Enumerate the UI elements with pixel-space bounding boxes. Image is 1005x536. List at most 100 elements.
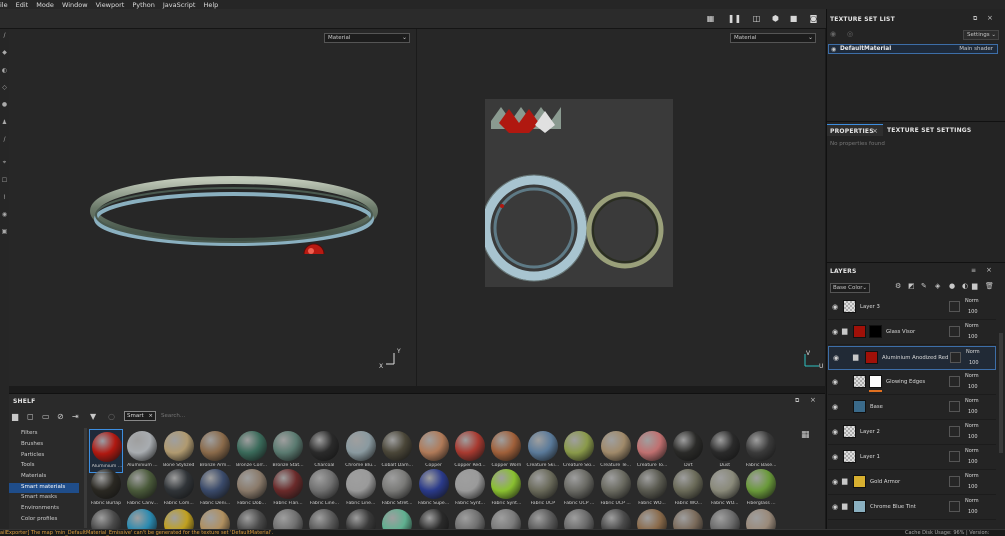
material-thumbnail[interactable] <box>235 507 269 530</box>
material-thumbnail[interactable] <box>635 507 669 530</box>
camera-video-icon[interactable]: ■ <box>788 13 799 24</box>
category-smart-materials[interactable]: Smart materials <box>21 484 65 490</box>
material-thumbnail[interactable] <box>744 507 778 530</box>
eye-icon[interactable]: ◉ <box>832 428 838 436</box>
settings-dropdown[interactable]: Settings ⌄ <box>963 30 999 40</box>
open-folder-icon[interactable]: ▭ <box>42 412 50 421</box>
eye-icon[interactable]: ◉ <box>831 46 836 53</box>
projection-icon[interactable]: ◐ <box>0 67 9 74</box>
add-fill-layer-icon[interactable]: ◈ <box>935 282 940 290</box>
material-thumbnail[interactable] <box>344 507 378 530</box>
add-effect-icon[interactable]: ⚙ <box>895 282 901 290</box>
eye-icon[interactable]: ◉ <box>830 30 836 38</box>
eye-icon[interactable]: ◉ <box>832 453 838 461</box>
float-panel-icon[interactable]: ⧉ <box>973 15 977 23</box>
delete-layer-icon[interactable]: 🗑 <box>985 282 994 290</box>
menu-python[interactable]: Python <box>132 1 155 9</box>
cube-icon[interactable]: ⬢ <box>770 13 781 24</box>
category-filters[interactable]: Filters <box>21 430 38 436</box>
material-thumbnail[interactable]: Fabric UCP ... <box>562 467 596 511</box>
category-brushes[interactable]: Brushes <box>21 441 43 447</box>
category-tools[interactable]: Tools <box>21 462 35 468</box>
material-thumbnail[interactable] <box>562 507 596 530</box>
split-view-icon[interactable]: ◫ <box>751 13 762 24</box>
material-thumbnail[interactable]: Fabric Synt... <box>453 467 487 511</box>
add-mask-icon[interactable]: ◩ <box>908 282 915 290</box>
close-icon[interactable]: × <box>987 14 993 22</box>
material-thumbnail[interactable] <box>671 507 705 530</box>
material-thumbnail[interactable] <box>599 507 633 530</box>
opacity-value[interactable]: 100 <box>968 509 978 515</box>
material-thumbnail[interactable]: Fabric Deni... <box>198 467 232 511</box>
hide-icon[interactable]: ⊘ <box>57 412 64 421</box>
clone-icon[interactable]: ♟ <box>0 119 9 126</box>
hide-icon[interactable]: ▣ <box>0 228 9 235</box>
layer-row-gold-armor[interactable]: ◉ ▆ Gold Armor Norm 100 <box>828 471 996 495</box>
menu-window[interactable]: Window <box>62 1 88 9</box>
material-thumbnail[interactable]: Fabric WO... <box>708 467 742 511</box>
material-thumbnail[interactable]: Fabric Burlap <box>89 467 123 511</box>
category-color-profiles[interactable]: Color profiles <box>21 516 57 522</box>
material-thumbnail[interactable]: Fabric UCP ... <box>599 467 633 511</box>
material-thumbnail[interactable]: Fabric Com... <box>162 467 196 511</box>
close-icon[interactable]: × <box>986 266 992 274</box>
menu-edit[interactable]: Edit <box>16 1 29 9</box>
screenshot-icon[interactable]: ◙ <box>808 13 819 24</box>
material-thumbnail[interactable]: Fabric Dob... <box>235 467 269 511</box>
category-particles[interactable]: Particles <box>21 452 44 458</box>
eye-icon[interactable]: ◉ <box>832 403 838 411</box>
blend-mode-dropdown[interactable]: Norm <box>965 473 979 479</box>
viewport-3d[interactable]: Material ⌄ Y X <box>9 29 416 386</box>
bake-icon[interactable]: ☐ <box>0 177 9 184</box>
material-thumbnail[interactable] <box>125 507 159 530</box>
search-tag[interactable]: Smart × <box>124 411 156 421</box>
category-environments[interactable]: Environments <box>21 505 59 511</box>
material-thumbnail[interactable]: Fabric Canv... <box>125 467 159 511</box>
add-smart-material-icon[interactable]: ● <box>949 282 955 290</box>
opacity-value[interactable]: 100 <box>968 384 978 390</box>
layer-row-layer-3[interactable]: ◉ Layer 3 Norm 100 <box>828 296 996 320</box>
opacity-value[interactable]: 100 <box>969 360 979 366</box>
eye-icon[interactable]: ◉ <box>832 303 838 311</box>
opacity-value[interactable]: 100 <box>968 459 978 465</box>
menu-viewport[interactable]: Viewport <box>96 1 125 9</box>
eye-icon[interactable]: ◉ <box>833 354 839 362</box>
menu-help[interactable]: Help <box>203 1 218 9</box>
blend-mode-dropdown[interactable]: Norm <box>966 349 980 355</box>
material-thumbnail[interactable] <box>380 507 414 530</box>
smudge-icon[interactable]: ● <box>0 101 9 108</box>
material-thumbnail[interactable]: Fabric Supe... <box>417 467 451 511</box>
eye-icon[interactable]: ◉ <box>832 503 838 511</box>
material-thumbnail[interactable]: Fiberglass ... <box>744 467 778 511</box>
light-icon[interactable]: ◉ <box>0 211 9 218</box>
eraser-icon[interactable]: ◆ <box>0 49 9 56</box>
category-materials[interactable]: Materials <box>21 473 46 479</box>
layer-row-glass-visor[interactable]: ◉ ▆ Glass Visor Norm 100 <box>828 321 996 345</box>
material-thumbnail[interactable] <box>89 507 123 530</box>
polygon-fill-icon[interactable]: ◇ <box>0 84 9 91</box>
opacity-value[interactable]: 100 <box>968 334 978 340</box>
material-thumbnail[interactable]: Fabric Synt... <box>489 467 523 511</box>
blend-mode-dropdown[interactable]: Norm <box>965 298 979 304</box>
add-paint-layer-icon[interactable]: ✎ <box>921 282 927 290</box>
transform-icon[interactable]: ⌖ <box>0 159 9 166</box>
viewport-3d-material-select[interactable]: Material ⌄ <box>324 33 410 43</box>
eye-icon[interactable]: ◉ <box>832 478 838 486</box>
material-thumbnail[interactable] <box>489 507 523 530</box>
material-thumbnail[interactable] <box>526 507 560 530</box>
material-thumbnail[interactable]: Fabric UCP <box>526 467 560 511</box>
grid-view-icon[interactable]: ▦ <box>801 430 810 440</box>
close-icon[interactable]: × <box>148 412 153 420</box>
blend-mode-dropdown[interactable]: Norm <box>965 373 979 379</box>
measure-icon[interactable]: ⌇ <box>0 194 9 201</box>
filter-icon[interactable]: ▼ <box>90 412 96 421</box>
layer-row-chrome-blue-tint[interactable]: ◉ ▆ Chrome Blue Tint Norm 100 <box>828 496 996 520</box>
opacity-value[interactable]: 100 <box>968 409 978 415</box>
blend-mode-dropdown[interactable]: Norm <box>965 448 979 454</box>
menu-file[interactable]: ile <box>0 1 8 9</box>
tab-properties[interactable]: PROPERTIES × <box>827 124 883 136</box>
eye-icon[interactable]: ◉ <box>832 328 838 336</box>
paint-brush-icon[interactable]: / <box>0 32 9 39</box>
layer-row-layer-1[interactable]: ◉ Layer 1 Norm 100 <box>828 446 996 470</box>
blend-mode-dropdown[interactable]: Norm <box>965 323 979 329</box>
